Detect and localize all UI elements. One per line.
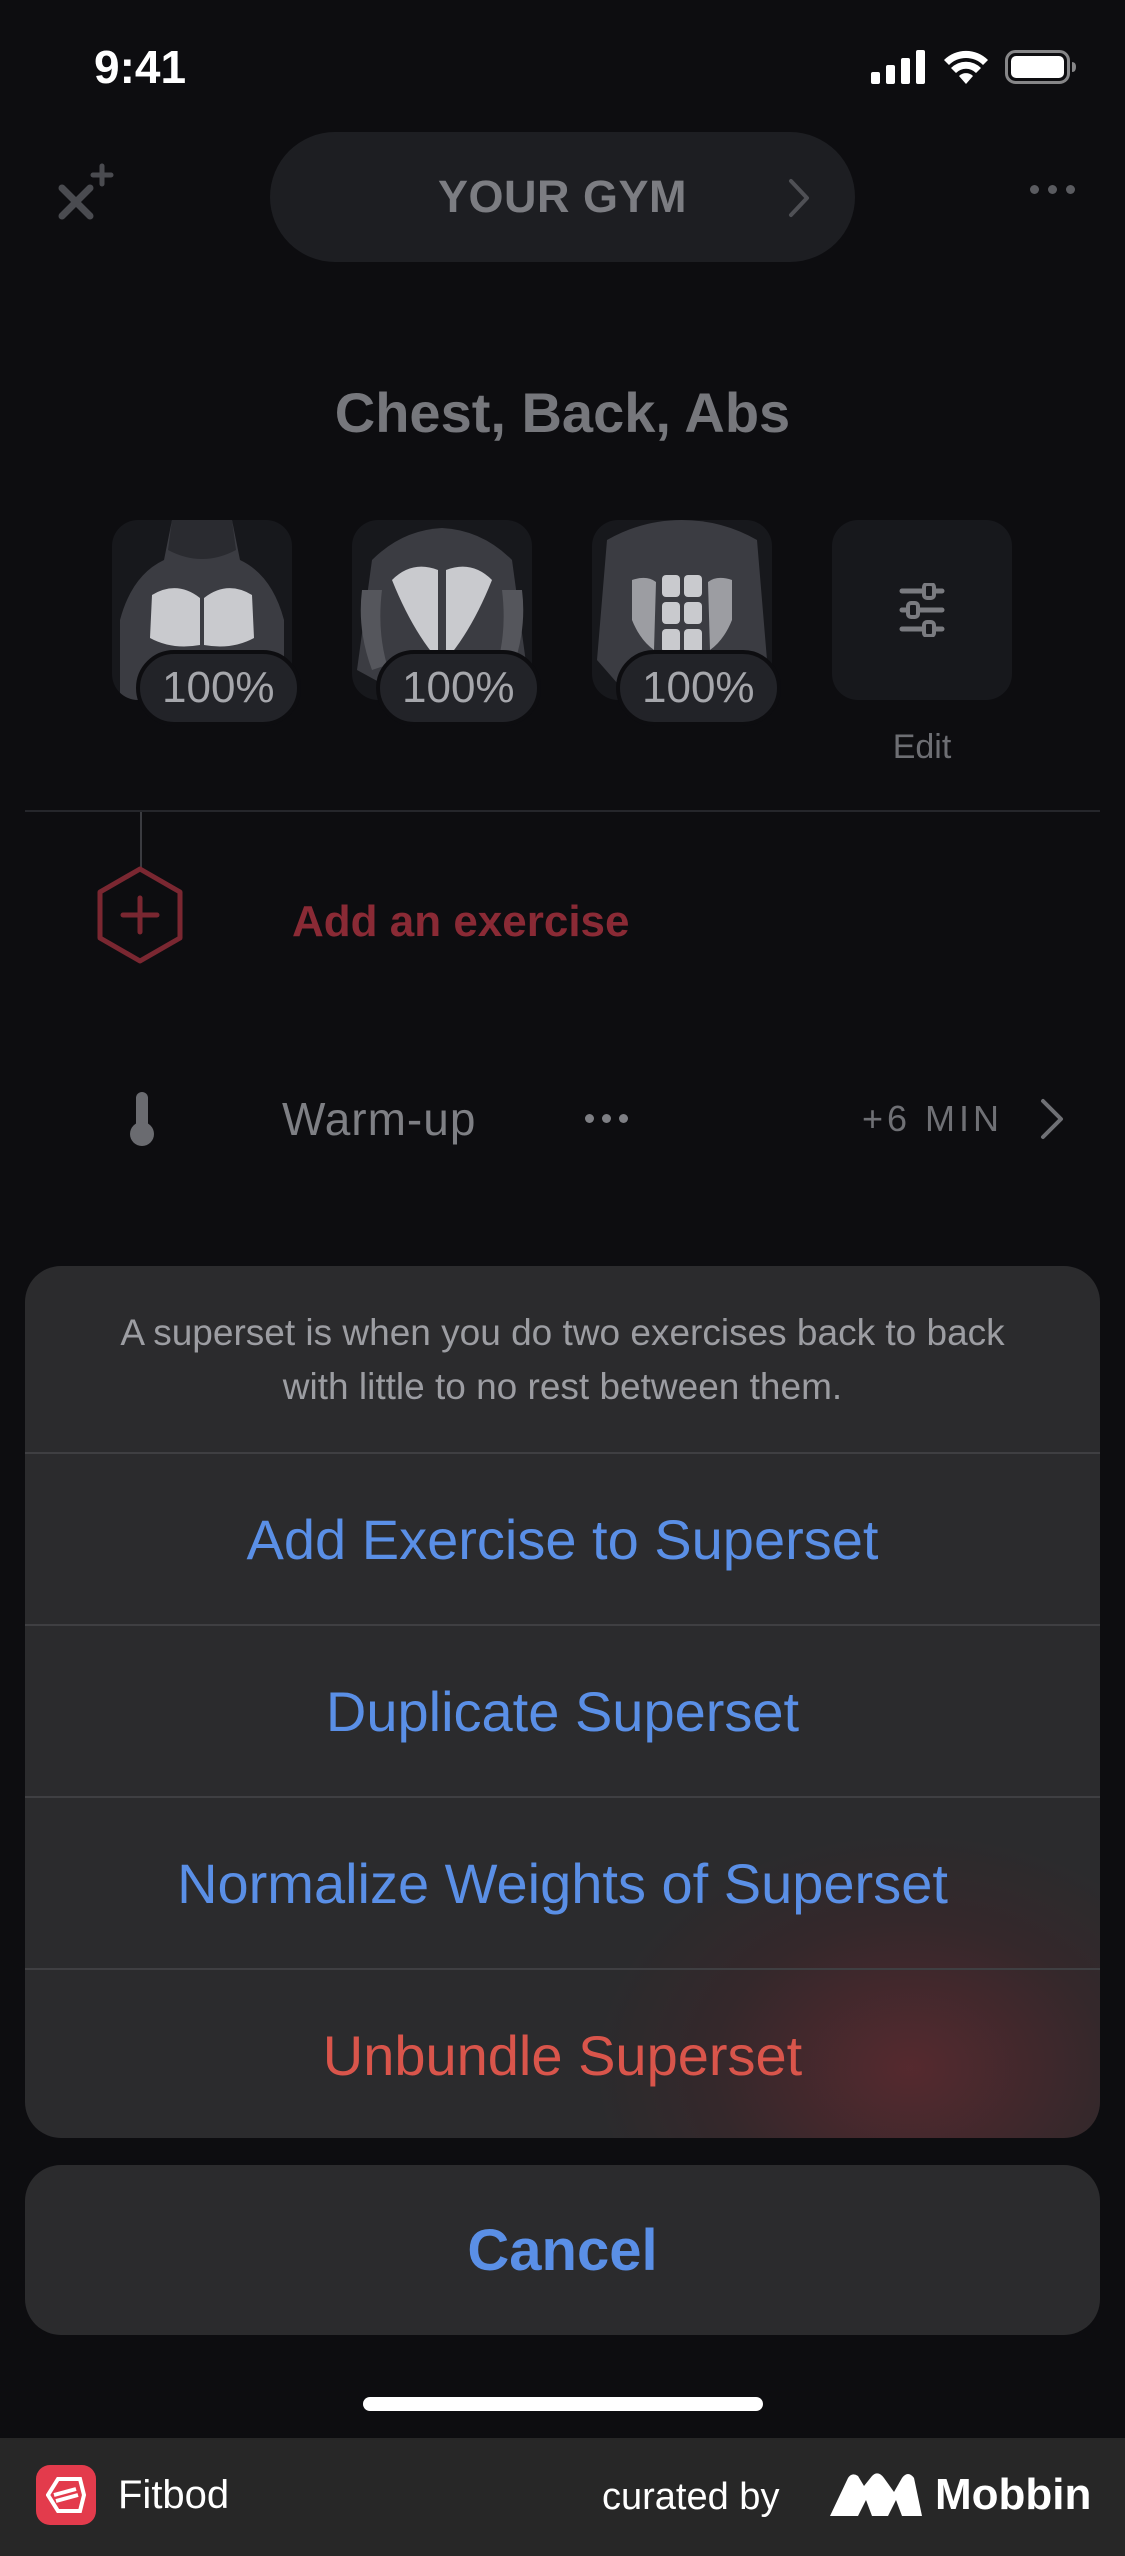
muscle-groups: 100% 100% 100% Edit: [112, 520, 1012, 780]
app-name: Fitbod: [118, 2473, 230, 2517]
more-options-icon[interactable]: [1030, 185, 1075, 194]
warmup-label: Warm-up: [282, 1093, 477, 1145]
top-nav: YOUR GYM: [0, 130, 1125, 265]
duplicate-superset-button[interactable]: Duplicate Superset: [25, 1626, 1100, 1796]
thermometer-icon: [130, 1092, 154, 1146]
add-exercise-row[interactable]: Add an exercise: [0, 865, 1125, 985]
gym-label: YOUR GYM: [437, 171, 688, 222]
curated-by-label: curated by: [602, 2476, 780, 2518]
warmup-row[interactable]: Warm-up +6 MIN: [0, 1080, 1125, 1160]
home-indicator[interactable]: [363, 2397, 763, 2411]
edit-muscles-button[interactable]: [832, 520, 1012, 700]
unbundle-superset-button[interactable]: Unbundle Superset: [25, 1970, 1100, 2138]
mobbin-logo-icon: [830, 2473, 922, 2516]
add-exercise-to-superset-button[interactable]: Add Exercise to Superset: [25, 1454, 1100, 1624]
status-icons: [871, 50, 1077, 84]
muscle-percent-badge: 100%: [616, 650, 781, 726]
fitbod-logo-icon: [36, 2465, 96, 2525]
normalize-weights-button[interactable]: Normalize Weights of Superset: [25, 1798, 1100, 1968]
muscle-percent-badge: 100%: [376, 650, 541, 726]
warmup-options-icon[interactable]: [585, 1114, 628, 1123]
warmup-duration: +6 MIN: [862, 1098, 1004, 1139]
sliders-icon: [899, 583, 945, 637]
add-equipment-icon[interactable]: [50, 162, 114, 226]
chevron-right-icon: [1041, 1099, 1063, 1139]
attribution-footer: Fitbod curated by Mobbin: [0, 2438, 1125, 2556]
add-hexagon-icon: [97, 866, 183, 964]
superset-action-sheet: A superset is when you do two exercises …: [25, 1266, 1100, 2138]
timeline-line: [140, 812, 142, 872]
status-bar: 9:41: [0, 0, 1125, 140]
gym-selector-button[interactable]: YOUR GYM: [270, 132, 855, 262]
divider: [25, 810, 1100, 812]
cellular-signal-icon: [871, 50, 925, 84]
mobbin-brand: Mobbin: [935, 2470, 1092, 2519]
cancel-button[interactable]: Cancel: [25, 2165, 1100, 2335]
wifi-icon: [944, 50, 988, 84]
workout-title: Chest, Back, Abs: [334, 381, 791, 444]
edit-label: Edit: [892, 728, 952, 766]
action-sheet-message: A superset is when you do two exercises …: [120, 1312, 1005, 1407]
chevron-right-icon: [789, 179, 809, 217]
add-exercise-label: Add an exercise: [292, 897, 630, 946]
muscle-percent-badge: 100%: [136, 650, 301, 726]
status-time: 9:41: [94, 41, 187, 93]
battery-icon: [1005, 50, 1076, 84]
